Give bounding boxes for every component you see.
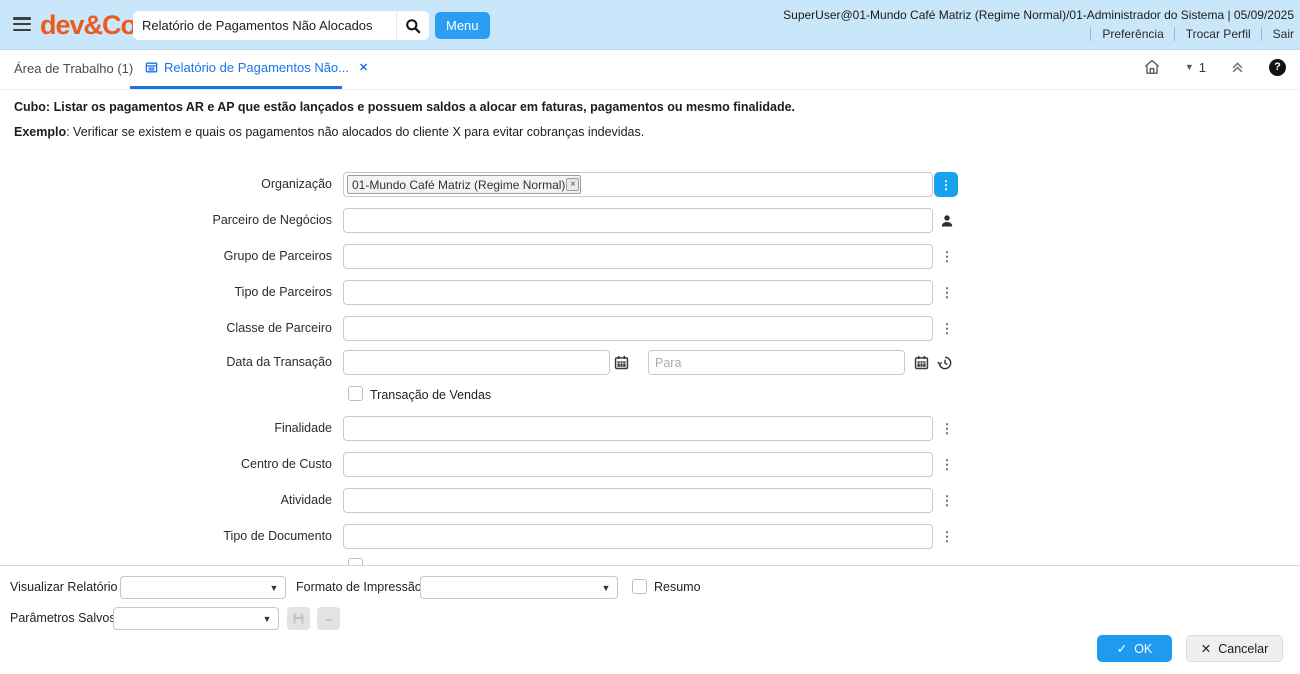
grupo-parceiros-field[interactable] xyxy=(343,244,933,269)
help-icon[interactable]: ? xyxy=(1269,58,1286,76)
tipo-parceiros-field[interactable] xyxy=(343,280,933,305)
example-description-label: Exemplo xyxy=(14,125,67,139)
cube-description: Cubo: Listar os pagamentos AR e AP que e… xyxy=(14,100,796,114)
chevron-down-icon: ▼ xyxy=(1184,62,1194,72)
check-icon: ✓ xyxy=(1116,642,1128,656)
link-sair[interactable]: Sair xyxy=(1260,27,1294,41)
user-links: Preferência Trocar Perfil Sair xyxy=(1080,27,1294,41)
application-window: dev&Co. Menu SuperUser@01-Mundo Café Mat… xyxy=(0,0,1300,674)
organizacao-label: Organização xyxy=(261,177,332,191)
history-icon[interactable] xyxy=(934,350,956,375)
user-session-info: SuperUser@01-Mundo Café Matriz (Regime N… xyxy=(783,8,1294,22)
chevron-down-icon[interactable]: ▼ xyxy=(256,614,278,624)
chevron-down-icon[interactable]: ▼ xyxy=(595,583,617,593)
data-transacao-from-field[interactable] xyxy=(343,350,610,375)
window-counter-dropdown[interactable]: ▼ 1 xyxy=(1185,60,1206,75)
example-description: Exemplo: Verificar se existem e quais os… xyxy=(14,125,645,139)
centro-custo-label: Centro de Custo xyxy=(240,457,332,471)
calendar-icon[interactable] xyxy=(612,350,630,375)
finalidade-label: Finalidade xyxy=(274,421,332,435)
parametros-salvos-input[interactable] xyxy=(114,608,256,629)
atividade-more-icon[interactable]: ⋮ xyxy=(936,488,958,513)
data-transacao-to-field[interactable] xyxy=(648,350,905,375)
delete-parameters-button[interactable]: – xyxy=(317,607,340,630)
close-icon[interactable]: ✕ xyxy=(359,61,368,74)
menu-button[interactable]: Menu xyxy=(435,12,490,39)
parametros-salvos-label: Parâmetros Salvos xyxy=(10,611,116,625)
link-trocar-perfil[interactable]: Trocar Perfil xyxy=(1173,27,1251,41)
formato-impressao-label: Formato de Impressão xyxy=(296,580,422,594)
tab-bar-actions: ▼ 1 ? xyxy=(1143,58,1286,76)
global-search-input[interactable] xyxy=(133,11,396,40)
close-icon: ✕ xyxy=(1200,642,1212,656)
grupo-parceiros-more-icon[interactable]: ⋮ xyxy=(936,244,958,269)
cancel-button[interactable]: ✕ Cancelar xyxy=(1186,635,1283,662)
hamburger-menu-icon[interactable] xyxy=(13,17,31,32)
tipo-documento-field[interactable] xyxy=(343,524,933,549)
chevron-down-icon[interactable]: ▼ xyxy=(263,583,285,593)
resumo-checkbox[interactable] xyxy=(632,579,647,594)
centro-custo-more-icon[interactable]: ⋮ xyxy=(936,452,958,477)
organizacao-chip: 01-Mundo Café Matriz (Regime Normal) × xyxy=(347,175,582,194)
global-search-group xyxy=(133,11,429,40)
organizacao-field[interactable]: 01-Mundo Café Matriz (Regime Normal) × xyxy=(343,172,933,197)
parametros-salvos-combobox[interactable]: ▼ xyxy=(113,607,279,630)
report-footer-panel: Visualizar Relatório ▼ Formato de Impres… xyxy=(0,565,1300,674)
report-icon xyxy=(145,62,158,73)
data-transacao-label: Data da Transação xyxy=(226,355,332,369)
classe-parceiro-field[interactable] xyxy=(343,316,933,341)
chip-close-icon[interactable]: × xyxy=(566,178,580,191)
app-logo: dev&Co. xyxy=(40,10,144,40)
transacao-vendas-label: Transação de Vendas xyxy=(370,388,492,402)
tab-active-label: Relatório de Pagamentos Não... xyxy=(164,60,349,75)
window-count: 1 xyxy=(1198,59,1206,75)
grupo-parceiros-label: Grupo de Parceiros xyxy=(223,249,332,263)
resumo-label: Resumo xyxy=(654,580,701,594)
search-icon[interactable] xyxy=(396,11,429,40)
save-icon xyxy=(293,613,304,624)
link-preferencia[interactable]: Preferência xyxy=(1090,27,1164,41)
tab-workspace[interactable]: Área de Trabalho (1) xyxy=(14,61,133,76)
visualizar-relatorio-label: Visualizar Relatório xyxy=(10,580,118,594)
tipo-documento-label: Tipo de Documento xyxy=(223,529,332,543)
home-icon[interactable] xyxy=(1143,58,1161,76)
visualizar-relatorio-combobox[interactable]: ▼ xyxy=(120,576,286,599)
finalidade-field[interactable] xyxy=(343,416,933,441)
top-header-bar: dev&Co. Menu SuperUser@01-Mundo Café Mat… xyxy=(0,0,1300,50)
collapse-up-icon[interactable] xyxy=(1230,60,1245,75)
organizacao-picker-button[interactable]: ⋮ xyxy=(934,172,958,197)
tipo-parceiros-more-icon[interactable]: ⋮ xyxy=(936,280,958,305)
tab-bar: Área de Trabalho (1) Relatório de Pagame… xyxy=(0,50,1300,90)
parceiro-negocios-label: Parceiro de Negócios xyxy=(212,213,332,227)
cube-description-label: Cubo: xyxy=(14,100,51,114)
finalidade-more-icon[interactable]: ⋮ xyxy=(936,416,958,441)
atividade-field[interactable] xyxy=(343,488,933,513)
atividade-label: Atividade xyxy=(280,493,332,507)
save-parameters-button[interactable] xyxy=(287,607,310,630)
classe-parceiro-label: Classe de Parceiro xyxy=(226,321,332,335)
ok-button[interactable]: ✓ OK xyxy=(1097,635,1172,662)
tab-active-report[interactable]: Relatório de Pagamentos Não... ✕ xyxy=(145,60,368,75)
tipo-documento-more-icon[interactable]: ⋮ xyxy=(936,524,958,549)
formato-impressao-input[interactable] xyxy=(421,577,595,598)
centro-custo-field[interactable] xyxy=(343,452,933,477)
person-icon[interactable] xyxy=(936,208,958,233)
tipo-parceiros-label: Tipo de Parceiros xyxy=(234,285,333,299)
minus-icon: – xyxy=(324,610,333,627)
visualizar-relatorio-input[interactable] xyxy=(121,577,263,598)
transacao-vendas-checkbox[interactable] xyxy=(348,386,363,401)
parceiro-negocios-field[interactable] xyxy=(343,208,933,233)
active-tab-underline xyxy=(130,86,342,89)
formato-impressao-combobox[interactable]: ▼ xyxy=(420,576,618,599)
classe-parceiro-more-icon[interactable]: ⋮ xyxy=(936,316,958,341)
calendar-icon[interactable] xyxy=(912,350,930,375)
